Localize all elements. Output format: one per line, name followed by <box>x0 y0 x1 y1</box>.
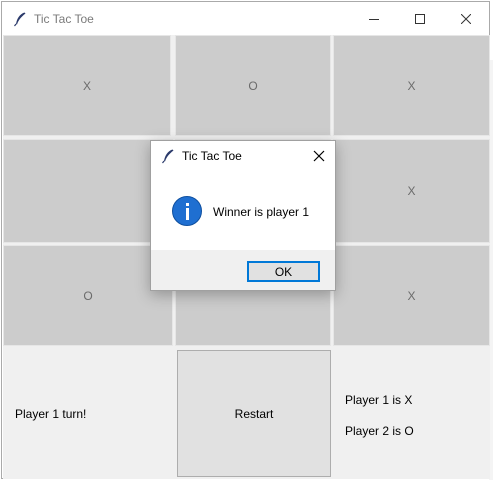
minimize-icon <box>369 18 379 20</box>
dialog-footer: OK <box>151 250 335 290</box>
dialog-body: Winner is player 1 <box>151 171 335 250</box>
restart-button[interactable]: Restart <box>177 350 331 477</box>
dialog-title-bar[interactable]: Tic Tac Toe <box>151 141 335 171</box>
player-2-label: Player 2 is O <box>345 424 414 438</box>
close-button[interactable] <box>443 2 489 35</box>
title-bar[interactable]: Tic Tac Toe <box>2 2 489 35</box>
dialog-message: Winner is player 1 <box>213 205 310 219</box>
dialog-title: Tic Tac Toe <box>182 149 242 163</box>
maximize-button[interactable] <box>397 2 443 35</box>
status-panel: Player 1 turn! <box>3 348 175 479</box>
turn-status: Player 1 turn! <box>15 406 87 421</box>
board-cell-1[interactable]: X <box>3 35 171 136</box>
ok-button[interactable]: OK <box>247 261 320 282</box>
player-1-label: Player 1 is X <box>345 393 413 407</box>
players-panel: Player 1 is X Player 2 is O <box>335 348 490 479</box>
feather-icon <box>14 12 26 26</box>
board-cell-2[interactable]: O <box>175 35 331 136</box>
window-title: Tic Tac Toe <box>34 11 94 26</box>
minimize-button[interactable] <box>351 2 397 35</box>
maximize-icon <box>415 13 425 24</box>
board-cell-6[interactable]: X <box>333 139 490 243</box>
board-cell-7[interactable]: O <box>3 245 173 346</box>
board-cell-9[interactable]: X <box>333 245 490 346</box>
board-cell-3[interactable]: X <box>333 35 490 136</box>
winner-dialog: Tic Tac Toe Winner is player 1 OK <box>150 140 336 291</box>
dialog-close-icon[interactable] <box>311 148 327 164</box>
close-icon <box>461 13 471 24</box>
info-icon <box>172 196 202 226</box>
feather-icon <box>162 149 174 164</box>
board-cell-4[interactable] <box>3 139 173 243</box>
